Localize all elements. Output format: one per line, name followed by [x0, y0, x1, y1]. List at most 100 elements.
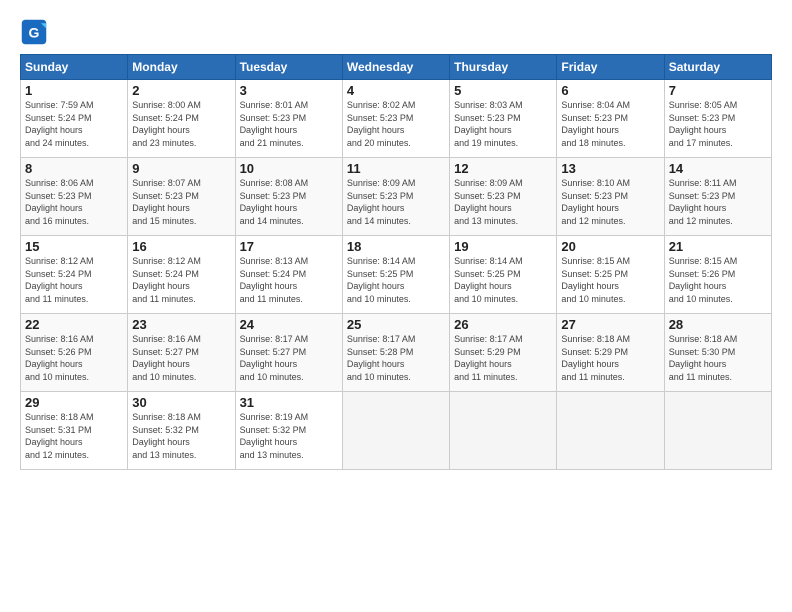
day-number: 12	[454, 161, 552, 176]
calendar-cell: 19 Sunrise: 8:14 AM Sunset: 5:25 PM Dayl…	[450, 236, 557, 314]
day-number: 17	[240, 239, 338, 254]
day-number: 31	[240, 395, 338, 410]
day-number: 22	[25, 317, 123, 332]
day-info: Sunrise: 8:19 AM Sunset: 5:32 PM Dayligh…	[240, 411, 338, 461]
calendar-cell	[664, 392, 771, 470]
day-info: Sunrise: 8:09 AM Sunset: 5:23 PM Dayligh…	[347, 177, 445, 227]
day-info: Sunrise: 7:59 AM Sunset: 5:24 PM Dayligh…	[25, 99, 123, 149]
calendar-cell: 6 Sunrise: 8:04 AM Sunset: 5:23 PM Dayli…	[557, 80, 664, 158]
calendar-week-2: 8 Sunrise: 8:06 AM Sunset: 5:23 PM Dayli…	[21, 158, 772, 236]
calendar-cell: 28 Sunrise: 8:18 AM Sunset: 5:30 PM Dayl…	[664, 314, 771, 392]
day-info: Sunrise: 8:05 AM Sunset: 5:23 PM Dayligh…	[669, 99, 767, 149]
day-number: 6	[561, 83, 659, 98]
day-info: Sunrise: 8:18 AM Sunset: 5:31 PM Dayligh…	[25, 411, 123, 461]
calendar-cell: 29 Sunrise: 8:18 AM Sunset: 5:31 PM Dayl…	[21, 392, 128, 470]
column-header-monday: Monday	[128, 55, 235, 80]
calendar-cell: 4 Sunrise: 8:02 AM Sunset: 5:23 PM Dayli…	[342, 80, 449, 158]
calendar-week-4: 22 Sunrise: 8:16 AM Sunset: 5:26 PM Dayl…	[21, 314, 772, 392]
day-number: 21	[669, 239, 767, 254]
day-info: Sunrise: 8:17 AM Sunset: 5:29 PM Dayligh…	[454, 333, 552, 383]
calendar-cell: 18 Sunrise: 8:14 AM Sunset: 5:25 PM Dayl…	[342, 236, 449, 314]
day-number: 13	[561, 161, 659, 176]
calendar-cell: 2 Sunrise: 8:00 AM Sunset: 5:24 PM Dayli…	[128, 80, 235, 158]
calendar-cell: 17 Sunrise: 8:13 AM Sunset: 5:24 PM Dayl…	[235, 236, 342, 314]
day-number: 11	[347, 161, 445, 176]
calendar-page: G SundayMondayTuesdayWednesdayThursdayFr…	[0, 0, 792, 612]
day-info: Sunrise: 8:01 AM Sunset: 5:23 PM Dayligh…	[240, 99, 338, 149]
column-header-sunday: Sunday	[21, 55, 128, 80]
day-info: Sunrise: 8:12 AM Sunset: 5:24 PM Dayligh…	[132, 255, 230, 305]
day-number: 19	[454, 239, 552, 254]
day-info: Sunrise: 8:11 AM Sunset: 5:23 PM Dayligh…	[669, 177, 767, 227]
svg-text:G: G	[29, 24, 40, 40]
calendar-cell	[557, 392, 664, 470]
day-number: 8	[25, 161, 123, 176]
calendar-cell: 12 Sunrise: 8:09 AM Sunset: 5:23 PM Dayl…	[450, 158, 557, 236]
day-number: 9	[132, 161, 230, 176]
calendar-cell: 7 Sunrise: 8:05 AM Sunset: 5:23 PM Dayli…	[664, 80, 771, 158]
calendar-cell: 24 Sunrise: 8:17 AM Sunset: 5:27 PM Dayl…	[235, 314, 342, 392]
calendar-cell: 1 Sunrise: 7:59 AM Sunset: 5:24 PM Dayli…	[21, 80, 128, 158]
column-header-saturday: Saturday	[664, 55, 771, 80]
day-number: 1	[25, 83, 123, 98]
day-info: Sunrise: 8:18 AM Sunset: 5:30 PM Dayligh…	[669, 333, 767, 383]
day-number: 18	[347, 239, 445, 254]
day-info: Sunrise: 8:14 AM Sunset: 5:25 PM Dayligh…	[347, 255, 445, 305]
day-info: Sunrise: 8:14 AM Sunset: 5:25 PM Dayligh…	[454, 255, 552, 305]
logo: G	[20, 18, 50, 46]
calendar-cell: 23 Sunrise: 8:16 AM Sunset: 5:27 PM Dayl…	[128, 314, 235, 392]
column-header-wednesday: Wednesday	[342, 55, 449, 80]
day-number: 27	[561, 317, 659, 332]
calendar-cell: 15 Sunrise: 8:12 AM Sunset: 5:24 PM Dayl…	[21, 236, 128, 314]
day-info: Sunrise: 8:00 AM Sunset: 5:24 PM Dayligh…	[132, 99, 230, 149]
header: G	[20, 18, 772, 46]
day-number: 28	[669, 317, 767, 332]
calendar-week-5: 29 Sunrise: 8:18 AM Sunset: 5:31 PM Dayl…	[21, 392, 772, 470]
day-number: 14	[669, 161, 767, 176]
calendar-cell: 30 Sunrise: 8:18 AM Sunset: 5:32 PM Dayl…	[128, 392, 235, 470]
day-info: Sunrise: 8:18 AM Sunset: 5:32 PM Dayligh…	[132, 411, 230, 461]
day-number: 23	[132, 317, 230, 332]
calendar-cell: 25 Sunrise: 8:17 AM Sunset: 5:28 PM Dayl…	[342, 314, 449, 392]
day-number: 2	[132, 83, 230, 98]
day-number: 16	[132, 239, 230, 254]
calendar-cell: 22 Sunrise: 8:16 AM Sunset: 5:26 PM Dayl…	[21, 314, 128, 392]
day-number: 5	[454, 83, 552, 98]
calendar-cell: 14 Sunrise: 8:11 AM Sunset: 5:23 PM Dayl…	[664, 158, 771, 236]
calendar-cell	[342, 392, 449, 470]
day-info: Sunrise: 8:17 AM Sunset: 5:28 PM Dayligh…	[347, 333, 445, 383]
day-info: Sunrise: 8:10 AM Sunset: 5:23 PM Dayligh…	[561, 177, 659, 227]
calendar-table: SundayMondayTuesdayWednesdayThursdayFrid…	[20, 54, 772, 470]
calendar-cell: 11 Sunrise: 8:09 AM Sunset: 5:23 PM Dayl…	[342, 158, 449, 236]
day-number: 10	[240, 161, 338, 176]
day-number: 24	[240, 317, 338, 332]
calendar-cell: 27 Sunrise: 8:18 AM Sunset: 5:29 PM Dayl…	[557, 314, 664, 392]
day-info: Sunrise: 8:16 AM Sunset: 5:27 PM Dayligh…	[132, 333, 230, 383]
column-header-thursday: Thursday	[450, 55, 557, 80]
column-header-tuesday: Tuesday	[235, 55, 342, 80]
calendar-cell: 26 Sunrise: 8:17 AM Sunset: 5:29 PM Dayl…	[450, 314, 557, 392]
calendar-cell: 3 Sunrise: 8:01 AM Sunset: 5:23 PM Dayli…	[235, 80, 342, 158]
day-info: Sunrise: 8:15 AM Sunset: 5:26 PM Dayligh…	[669, 255, 767, 305]
day-info: Sunrise: 8:17 AM Sunset: 5:27 PM Dayligh…	[240, 333, 338, 383]
calendar-header-row: SundayMondayTuesdayWednesdayThursdayFrid…	[21, 55, 772, 80]
day-number: 26	[454, 317, 552, 332]
day-info: Sunrise: 8:18 AM Sunset: 5:29 PM Dayligh…	[561, 333, 659, 383]
logo-icon: G	[20, 18, 48, 46]
calendar-cell: 5 Sunrise: 8:03 AM Sunset: 5:23 PM Dayli…	[450, 80, 557, 158]
calendar-week-3: 15 Sunrise: 8:12 AM Sunset: 5:24 PM Dayl…	[21, 236, 772, 314]
calendar-cell: 16 Sunrise: 8:12 AM Sunset: 5:24 PM Dayl…	[128, 236, 235, 314]
calendar-cell: 20 Sunrise: 8:15 AM Sunset: 5:25 PM Dayl…	[557, 236, 664, 314]
day-number: 3	[240, 83, 338, 98]
day-info: Sunrise: 8:04 AM Sunset: 5:23 PM Dayligh…	[561, 99, 659, 149]
day-number: 20	[561, 239, 659, 254]
calendar-cell: 8 Sunrise: 8:06 AM Sunset: 5:23 PM Dayli…	[21, 158, 128, 236]
day-number: 4	[347, 83, 445, 98]
day-info: Sunrise: 8:16 AM Sunset: 5:26 PM Dayligh…	[25, 333, 123, 383]
day-info: Sunrise: 8:12 AM Sunset: 5:24 PM Dayligh…	[25, 255, 123, 305]
day-info: Sunrise: 8:09 AM Sunset: 5:23 PM Dayligh…	[454, 177, 552, 227]
calendar-week-1: 1 Sunrise: 7:59 AM Sunset: 5:24 PM Dayli…	[21, 80, 772, 158]
day-info: Sunrise: 8:03 AM Sunset: 5:23 PM Dayligh…	[454, 99, 552, 149]
calendar-cell: 31 Sunrise: 8:19 AM Sunset: 5:32 PM Dayl…	[235, 392, 342, 470]
day-info: Sunrise: 8:15 AM Sunset: 5:25 PM Dayligh…	[561, 255, 659, 305]
